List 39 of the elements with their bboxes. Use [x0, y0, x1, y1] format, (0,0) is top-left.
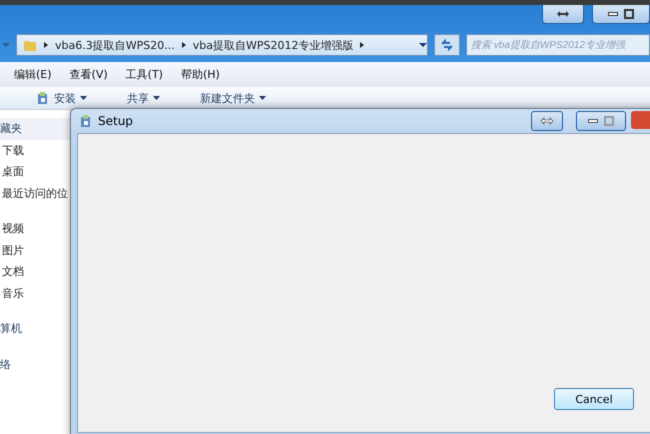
caret-icon — [80, 96, 87, 100]
folder-icon — [23, 38, 37, 52]
caret-icon — [259, 96, 266, 100]
minimize-icon — [608, 12, 618, 16]
window-controls[interactable] — [592, 5, 650, 24]
minimize-icon — [588, 119, 598, 123]
installer-icon — [79, 114, 93, 128]
caret-icon — [153, 96, 160, 100]
nav-item[interactable]: 音乐 — [0, 282, 70, 304]
nav-item[interactable]: 文档 — [0, 261, 70, 282]
snap-button[interactable] — [531, 111, 563, 131]
nav-item[interactable]: 下载 — [0, 140, 70, 161]
snap-button[interactable] — [542, 5, 584, 24]
refresh-button[interactable] — [434, 34, 460, 56]
window-title: Setup — [98, 114, 134, 128]
menu-item[interactable]: 编辑(E) — [14, 67, 52, 82]
breadcrumb[interactable]: vba6.3提取自WPS20... — [55, 38, 175, 52]
installer-icon — [36, 91, 50, 105]
breadcrumb[interactable]: vba提取自WPS2012专业增强版 — [192, 38, 354, 52]
search-field[interactable]: 搜索 vba提取自WPS2012专业增强 — [466, 34, 650, 56]
maximize-icon — [604, 116, 614, 126]
refresh-icon — [440, 38, 454, 52]
toolbar-button[interactable]: 安装 — [36, 90, 87, 106]
address-bar[interactable]: vba6.3提取自WPS20... vba提取自WPS2012专业增强版 — [16, 34, 428, 56]
nav-group[interactable]: 藏夹 — [0, 118, 70, 140]
menu-item[interactable]: 查看(V) — [70, 67, 108, 82]
menu-item[interactable]: 帮助(H) — [180, 67, 220, 82]
nav-item[interactable]: 图片 — [0, 240, 70, 261]
window-controls[interactable] — [576, 111, 626, 131]
nav-item[interactable]: 桌面 — [0, 161, 70, 182]
toolbar-button[interactable]: 新建文件夹 — [200, 90, 266, 106]
maximize-icon — [624, 9, 634, 19]
nav-group[interactable]: 算机 — [0, 318, 70, 340]
nav-group[interactable]: 络 — [0, 354, 70, 375]
cancel-button[interactable]: Cancel — [554, 388, 634, 410]
toolbar-button[interactable]: 共享 — [127, 90, 160, 106]
nav-item[interactable]: 视频 — [0, 218, 70, 240]
nav-item[interactable]: 最近访问的位 — [0, 182, 70, 204]
menu-item[interactable]: 工具(T) — [126, 67, 163, 82]
